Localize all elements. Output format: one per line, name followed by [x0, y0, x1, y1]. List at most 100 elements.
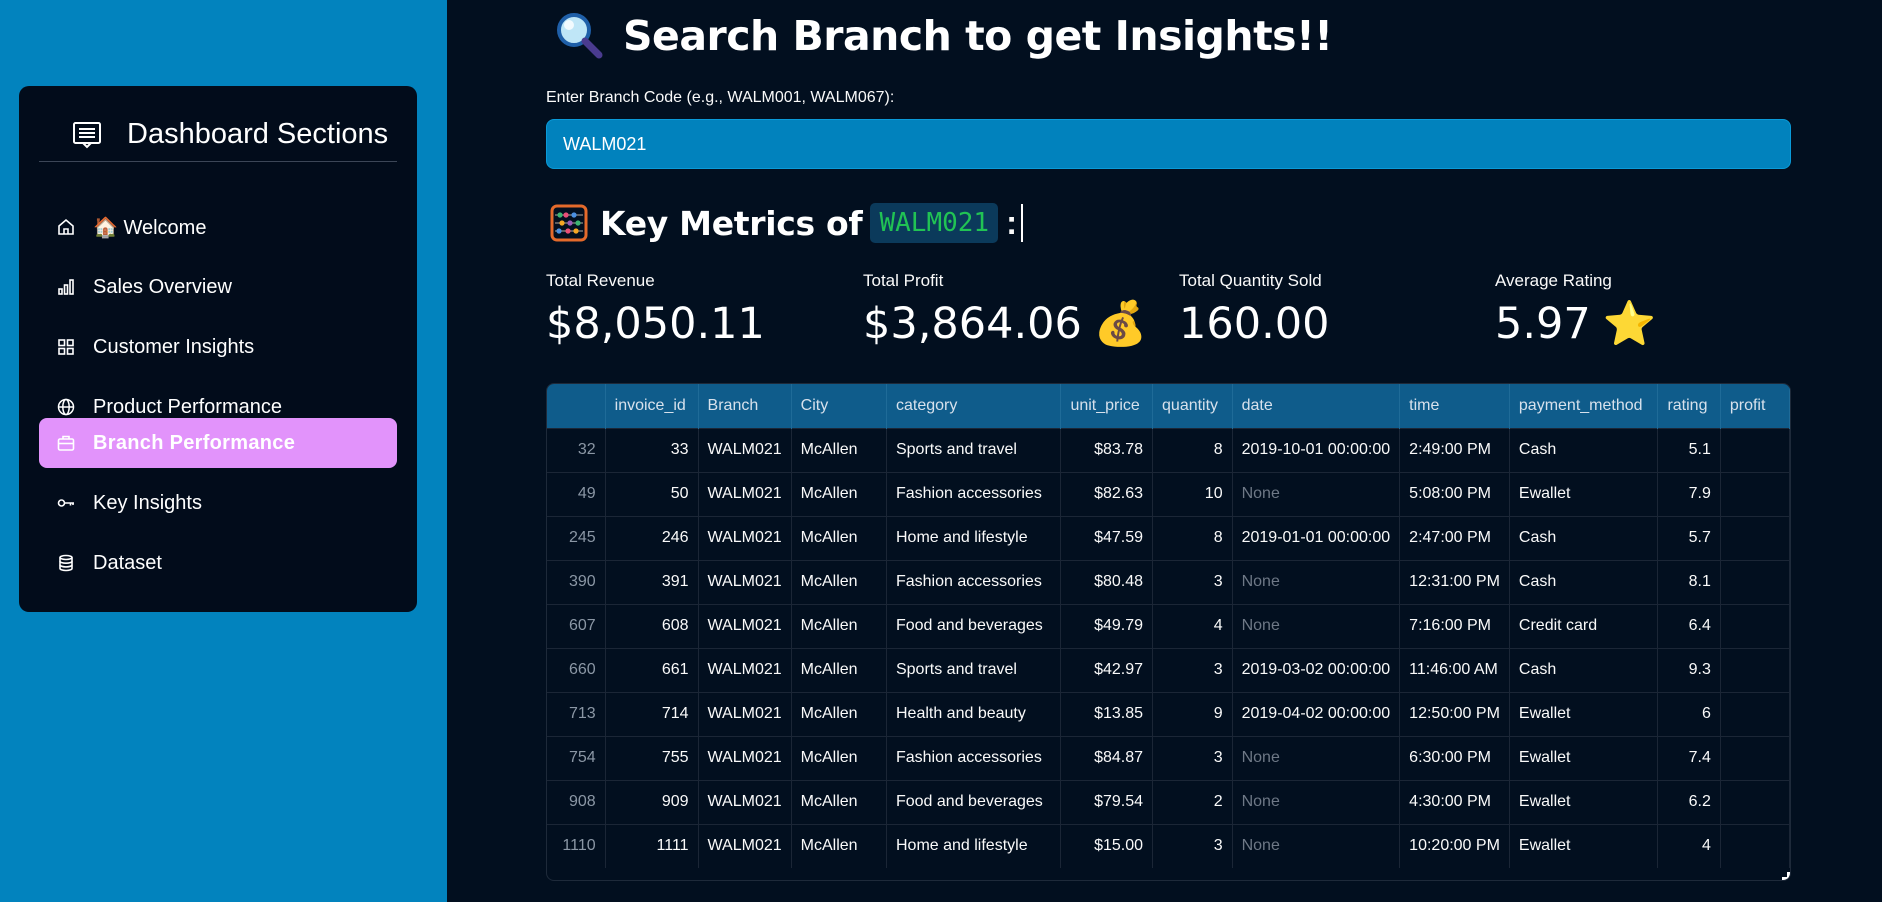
table-cell[interactable]: [1720, 691, 1790, 736]
table-cell[interactable]: WALM021: [698, 779, 792, 824]
table-cell[interactable]: $82.63: [1060, 471, 1154, 516]
column-header[interactable]: category: [886, 384, 1062, 428]
table-cell[interactable]: McAllen: [791, 427, 887, 472]
table-cell[interactable]: McAllen: [791, 735, 887, 780]
table-cell[interactable]: 7.9: [1657, 471, 1721, 516]
table-cell[interactable]: 2019-03-02 00:00:00: [1232, 647, 1401, 692]
table-cell[interactable]: WALM021: [698, 735, 792, 780]
table-cell[interactable]: 5.1: [1657, 427, 1721, 472]
table-cell[interactable]: 6:30:00 PM: [1399, 735, 1510, 780]
column-header[interactable]: [547, 384, 606, 428]
table-cell[interactable]: [1720, 647, 1790, 692]
nav-item-welcome[interactable]: 🏠 Welcome: [39, 202, 397, 252]
table-row[interactable]: 660 661 WALM021 McAllen Sports and travel $42…: [547, 647, 1790, 692]
column-header[interactable]: rating: [1657, 384, 1721, 428]
row-index-cell[interactable]: 908: [547, 779, 606, 824]
table-cell[interactable]: 391: [605, 559, 699, 604]
table-cell[interactable]: 6.2: [1657, 779, 1721, 824]
table-cell[interactable]: $79.54: [1060, 779, 1154, 824]
table-cell[interactable]: 714: [605, 691, 699, 736]
table-row[interactable]: 908 909 WALM021 McAllen Food and beverages $7…: [547, 779, 1790, 824]
table-cell[interactable]: 2019-01-01 00:00:00: [1232, 515, 1401, 560]
table-cell[interactable]: Home and lifestyle: [886, 823, 1062, 868]
table-cell[interactable]: WALM021: [698, 603, 792, 648]
table-cell[interactable]: Credit card: [1509, 603, 1659, 648]
table-cell[interactable]: 1111: [605, 823, 699, 868]
table-cell[interactable]: 3: [1152, 559, 1233, 604]
branch-code-input[interactable]: [546, 119, 1791, 169]
table-cell[interactable]: 5:08:00 PM: [1399, 471, 1510, 516]
table-row[interactable]: 245 246 WALM021 McAllen Home and lifestyle $4…: [547, 515, 1790, 560]
table-cell[interactable]: WALM021: [698, 691, 792, 736]
resize-handle[interactable]: [1782, 872, 1790, 880]
table-cell[interactable]: 3: [1152, 823, 1233, 868]
table-cell[interactable]: Fashion accessories: [886, 559, 1062, 604]
table-row[interactable]: 49 50 WALM021 McAllen Fashion accessories $82…: [547, 471, 1790, 516]
table-cell[interactable]: None: [1232, 779, 1401, 824]
table-cell[interactable]: Fashion accessories: [886, 735, 1062, 780]
column-header[interactable]: City: [791, 384, 887, 428]
table-cell[interactable]: Cash: [1509, 647, 1659, 692]
table-cell[interactable]: WALM021: [698, 647, 792, 692]
row-index-cell[interactable]: 754: [547, 735, 606, 780]
table-cell[interactable]: McAllen: [791, 603, 887, 648]
table-cell[interactable]: $83.78: [1060, 427, 1154, 472]
table-cell[interactable]: 11:46:00 AM: [1399, 647, 1510, 692]
row-index-cell[interactable]: 390: [547, 559, 606, 604]
table-cell[interactable]: 8: [1152, 427, 1233, 472]
table-cell[interactable]: 9.3: [1657, 647, 1721, 692]
table-cell[interactable]: 8.1: [1657, 559, 1721, 604]
nav-item-sales-overview[interactable]: Sales Overview: [39, 262, 397, 312]
table-cell[interactable]: WALM021: [698, 515, 792, 560]
table-cell[interactable]: $84.87: [1060, 735, 1154, 780]
table-cell[interactable]: Ewallet: [1509, 823, 1659, 868]
table-cell[interactable]: 909: [605, 779, 699, 824]
table-cell[interactable]: 7:16:00 PM: [1399, 603, 1510, 648]
table-cell[interactable]: $80.48: [1060, 559, 1154, 604]
table-cell[interactable]: None: [1232, 471, 1401, 516]
table-cell[interactable]: Cash: [1509, 427, 1659, 472]
table-cell[interactable]: 608: [605, 603, 699, 648]
table-cell[interactable]: Food and beverages: [886, 603, 1062, 648]
table-cell[interactable]: McAllen: [791, 647, 887, 692]
table-cell[interactable]: 6.4: [1657, 603, 1721, 648]
column-header[interactable]: profit: [1720, 384, 1790, 428]
table-row[interactable]: 754 755 WALM021 McAllen Fashion accessories $…: [547, 735, 1790, 780]
column-header[interactable]: invoice_id: [605, 384, 699, 428]
table-cell[interactable]: McAllen: [791, 823, 887, 868]
table-cell[interactable]: 2: [1152, 779, 1233, 824]
table-row[interactable]: 607 608 WALM021 McAllen Food and beverages $4…: [547, 603, 1790, 648]
table-cell[interactable]: 755: [605, 735, 699, 780]
row-index-cell[interactable]: 660: [547, 647, 606, 692]
table-cell[interactable]: Health and beauty: [886, 691, 1062, 736]
column-header[interactable]: quantity: [1152, 384, 1233, 428]
table-cell[interactable]: 5.7: [1657, 515, 1721, 560]
row-index-cell[interactable]: 1110: [547, 823, 606, 868]
table-cell[interactable]: [1720, 823, 1790, 868]
table-cell[interactable]: Ewallet: [1509, 691, 1659, 736]
column-header[interactable]: payment_method: [1509, 384, 1659, 428]
table-cell[interactable]: McAllen: [791, 691, 887, 736]
table-cell[interactable]: Food and beverages: [886, 779, 1062, 824]
table-cell[interactable]: $13.85: [1060, 691, 1154, 736]
table-cell[interactable]: None: [1232, 735, 1401, 780]
table-cell[interactable]: None: [1232, 823, 1401, 868]
table-cell[interactable]: [1720, 515, 1790, 560]
nav-item-key-insights[interactable]: Key Insights: [39, 478, 397, 528]
table-cell[interactable]: Cash: [1509, 515, 1659, 560]
nav-item-customer-insights[interactable]: Customer Insights: [39, 322, 397, 372]
table-cell[interactable]: [1720, 471, 1790, 516]
table-row[interactable]: 1110 1111 WALM021 McAllen Home and lifestyle…: [547, 823, 1790, 868]
table-cell[interactable]: 2:47:00 PM: [1399, 515, 1510, 560]
table-cell[interactable]: McAllen: [791, 559, 887, 604]
table-cell[interactable]: Ewallet: [1509, 779, 1659, 824]
table-cell[interactable]: 2019-10-01 00:00:00: [1232, 427, 1401, 472]
table-cell[interactable]: 3: [1152, 647, 1233, 692]
table-cell[interactable]: WALM021: [698, 471, 792, 516]
table-cell[interactable]: None: [1232, 603, 1401, 648]
row-index-cell[interactable]: 49: [547, 471, 606, 516]
table-cell[interactable]: Ewallet: [1509, 471, 1659, 516]
nav-item-dataset[interactable]: Dataset: [39, 538, 397, 588]
table-row[interactable]: 32 33 WALM021 McAllen Sports and travel $83.7…: [547, 427, 1790, 472]
table-cell[interactable]: 10: [1152, 471, 1233, 516]
